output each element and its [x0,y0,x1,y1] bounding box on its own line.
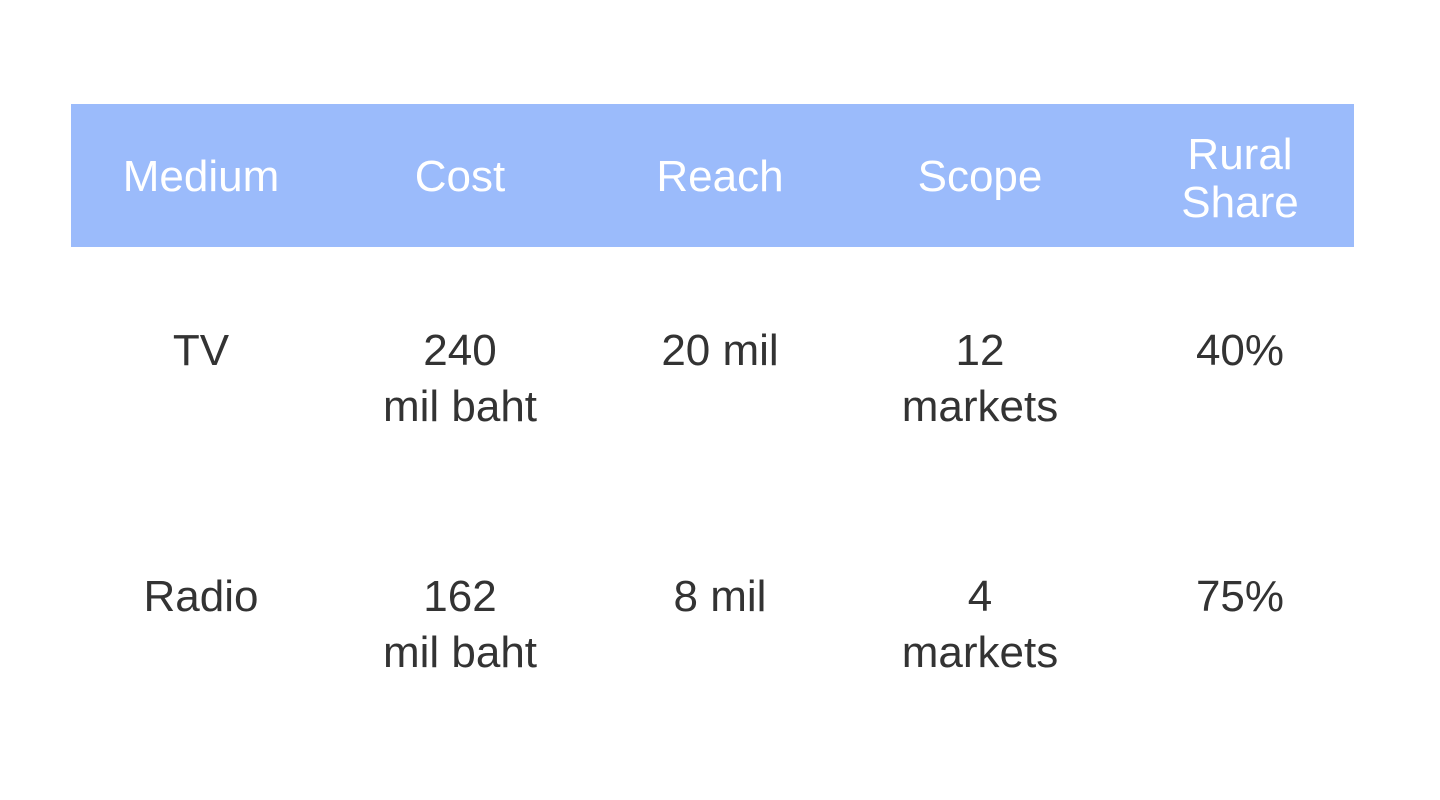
column-header-cost: Cost [414,152,506,201]
table-cell-cost: 240 mil baht [382,326,538,431]
table-cell-scope: 12 markets [901,326,1059,431]
table-cell-medium: Radio [143,572,259,621]
table-cell-rural-share: 40% [1195,326,1285,375]
table-cell-reach: 20 mil [661,326,779,375]
column-header-medium: Medium [122,152,280,201]
table-cell-reach: 8 mil [673,572,767,621]
table-cell-rural-share: 75% [1195,572,1285,621]
column-header-scope: Scope [917,152,1043,201]
column-header-rural-share: Rural Share [1181,130,1299,227]
table-cell-medium: TV [172,326,230,375]
table-cell-cost: 162 mil baht [382,572,538,677]
column-header-reach: Reach [656,152,784,201]
table-cell-scope: 4 markets [901,572,1059,677]
